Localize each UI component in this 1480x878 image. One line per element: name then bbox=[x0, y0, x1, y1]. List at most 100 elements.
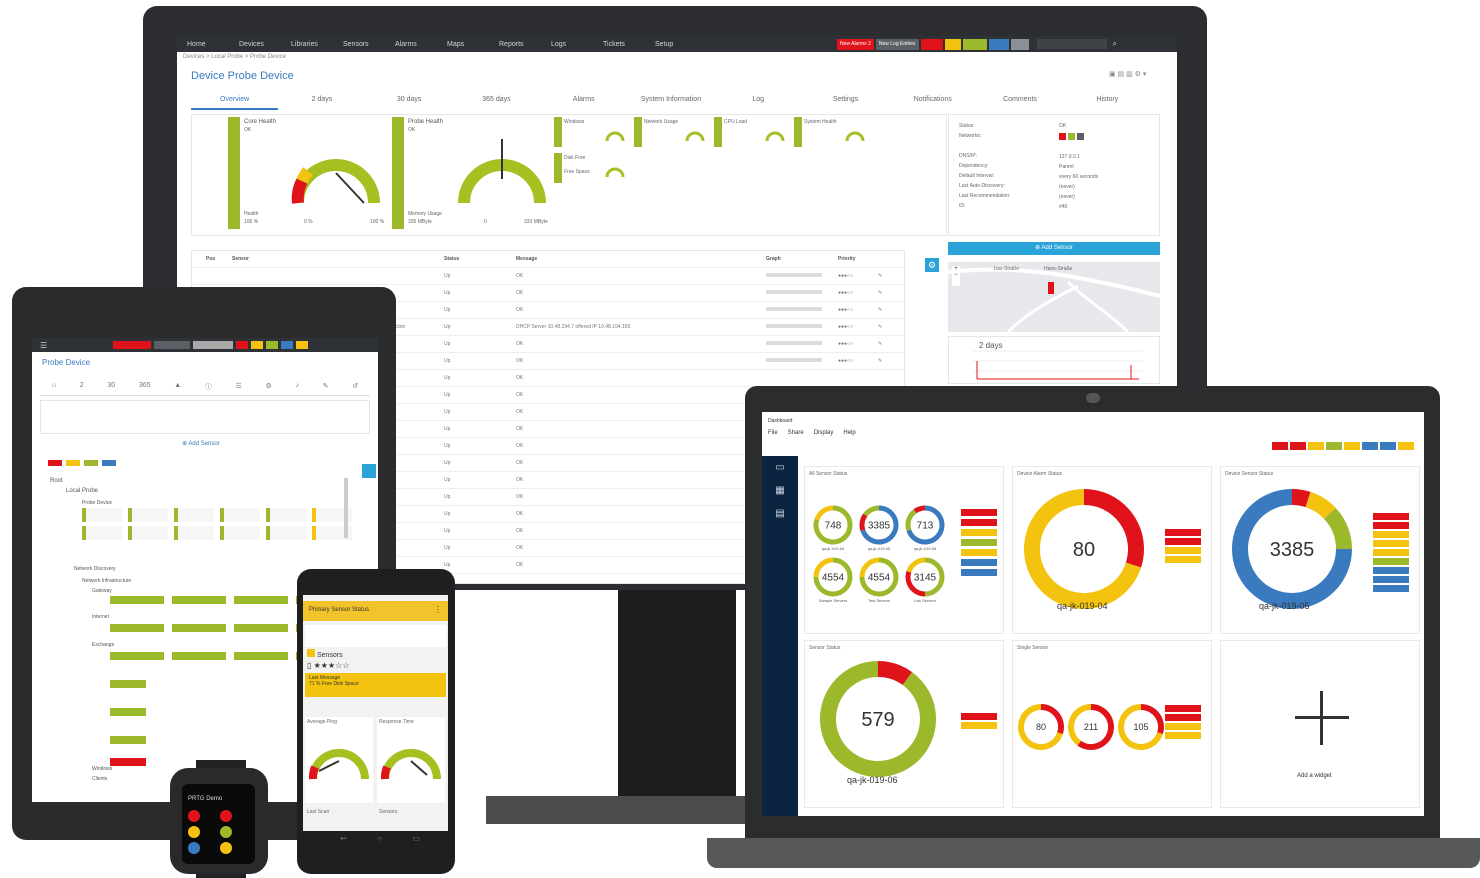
tab-log[interactable]: Log bbox=[715, 96, 802, 110]
nav-devices[interactable]: Devices bbox=[239, 41, 291, 48]
edit-icon[interactable]: ✎ bbox=[878, 273, 882, 279]
tablet-sensor-tile[interactable] bbox=[234, 624, 288, 632]
mini-sensor-cpu[interactable]: CPU Load bbox=[724, 119, 747, 125]
warning-badge[interactable] bbox=[944, 38, 961, 50]
legend-swatch[interactable] bbox=[961, 549, 997, 556]
edit-icon[interactable]: ✎ bbox=[878, 358, 882, 364]
legend-swatch[interactable] bbox=[961, 529, 997, 536]
legend-swatch[interactable] bbox=[1165, 538, 1201, 545]
legend-swatch[interactable] bbox=[1373, 558, 1409, 565]
tree-gateway[interactable]: Gateway bbox=[92, 588, 112, 594]
legend-swatch[interactable] bbox=[961, 722, 997, 729]
phone-priority-stars[interactable]: ▯ ★★★☆☆ bbox=[307, 661, 349, 670]
down-badge[interactable] bbox=[920, 38, 943, 50]
watch-status-dot[interactable] bbox=[220, 842, 232, 854]
tab-30-days[interactable]: 30 days bbox=[366, 96, 453, 110]
tablet-sensor-tile[interactable] bbox=[128, 526, 168, 540]
watch-status-dot[interactable] bbox=[220, 810, 232, 822]
row-priority[interactable]: ●●●○○ bbox=[838, 358, 878, 364]
legend-swatch[interactable] bbox=[1165, 732, 1201, 739]
nav-setup[interactable]: Setup bbox=[655, 41, 707, 48]
tablet-sensor-tile[interactable] bbox=[172, 596, 226, 604]
mini-sensor-windows[interactable]: Windows bbox=[564, 119, 584, 125]
widget-sensor-status[interactable]: Sensor Status 579 qa-jk-019-06 bbox=[804, 640, 1004, 808]
edit-icon[interactable]: ✎ bbox=[878, 341, 882, 347]
tablet-sensor-tile[interactable] bbox=[110, 680, 146, 688]
col-sensor[interactable]: Sensor bbox=[232, 256, 444, 262]
tablet-sensor-tile[interactable] bbox=[266, 526, 306, 540]
watch-status-dots[interactable] bbox=[188, 810, 252, 860]
tablet-sensor-tile[interactable] bbox=[234, 596, 288, 604]
legend-swatch[interactable] bbox=[1165, 529, 1201, 536]
widget-device-alarm-status[interactable]: Device Alarm Status 80 qa-jk-019-04 bbox=[1012, 466, 1212, 634]
watch-status-dot[interactable] bbox=[188, 810, 200, 822]
laptop-status-badges[interactable] bbox=[1272, 442, 1414, 450]
legend-swatch[interactable] bbox=[1373, 531, 1409, 538]
tablet-gear-button[interactable] bbox=[362, 464, 376, 478]
tablet-sensor-tile[interactable] bbox=[220, 526, 260, 540]
tablet-sensor-tile[interactable] bbox=[110, 758, 146, 766]
legend-swatch[interactable] bbox=[1165, 723, 1201, 730]
tablet-sensor-tile[interactable] bbox=[172, 652, 226, 660]
tablet-sensor-tile[interactable] bbox=[220, 508, 260, 522]
watch-status-dot[interactable] bbox=[188, 826, 200, 838]
tree-clients[interactable]: Clients bbox=[92, 776, 107, 782]
legend-swatch[interactable] bbox=[961, 539, 997, 546]
nav-alarms[interactable]: Alarms bbox=[395, 41, 447, 48]
add-sensor-button[interactable]: ⊕ Add Sensor bbox=[948, 242, 1160, 255]
widget-single-sensor[interactable]: Single Sensor 80 211 105 bbox=[1012, 640, 1212, 808]
legend-swatch[interactable] bbox=[1373, 513, 1409, 520]
legend-swatch[interactable] bbox=[961, 509, 997, 516]
legend-swatch[interactable] bbox=[1165, 556, 1201, 563]
tab-alarms[interactable]: Alarms bbox=[540, 96, 627, 110]
col-pos[interactable]: Pos bbox=[192, 256, 232, 262]
tab-comments[interactable]: Comments bbox=[976, 96, 1063, 110]
tablet-sensor-tile[interactable] bbox=[82, 526, 122, 540]
tablet-scrollbar[interactable] bbox=[344, 478, 348, 538]
table-icon[interactable]: ▦ bbox=[762, 485, 798, 496]
tree-network-discovery[interactable]: Network Discovery bbox=[74, 566, 116, 572]
search-icon[interactable]: ⌕ bbox=[1113, 39, 1117, 49]
legend-swatch[interactable] bbox=[961, 713, 997, 720]
legend-swatch[interactable] bbox=[1373, 522, 1409, 529]
new-alarms-badge[interactable]: New Alarms 2 bbox=[837, 38, 874, 50]
tablet-sensor-tile[interactable] bbox=[174, 526, 214, 540]
col-status[interactable]: Status bbox=[444, 256, 516, 262]
menu-file[interactable]: File bbox=[768, 430, 778, 436]
tree-local-probe[interactable]: Local Probe bbox=[66, 488, 98, 494]
back-icon[interactable]: ↩ bbox=[340, 834, 347, 844]
legend-swatch[interactable] bbox=[1165, 547, 1201, 554]
unknown-badge[interactable] bbox=[1010, 38, 1029, 50]
legend-swatch[interactable] bbox=[1165, 705, 1201, 712]
legend-swatch[interactable] bbox=[1373, 576, 1409, 583]
menu-display[interactable]: Display bbox=[814, 430, 834, 436]
row-priority[interactable]: ●●●○○ bbox=[838, 307, 878, 313]
tab-system-information[interactable]: System Information bbox=[627, 96, 714, 110]
recent-icon[interactable]: ▭ bbox=[412, 834, 420, 844]
tablet-sensor-tile[interactable] bbox=[266, 508, 306, 522]
legend-swatch[interactable] bbox=[1373, 540, 1409, 547]
tablet-sensor-tile[interactable] bbox=[110, 736, 146, 744]
edit-icon[interactable]: ✎ bbox=[878, 324, 882, 330]
breadcrumb[interactable]: Devices > Local Probe > Probe Device bbox=[183, 54, 286, 60]
tablet-sensor-tile[interactable] bbox=[110, 624, 164, 632]
nav-home[interactable]: Home bbox=[187, 41, 239, 48]
tablet-add-sensor[interactable]: ⊕ Add Sensor bbox=[182, 440, 220, 447]
tablet-sensor-tile[interactable] bbox=[172, 624, 226, 632]
tree-windows[interactable]: Windows bbox=[92, 766, 112, 772]
col-message[interactable]: Message bbox=[516, 256, 766, 262]
legend-swatch[interactable] bbox=[1373, 585, 1409, 592]
tablet-filter-bar[interactable] bbox=[48, 460, 348, 470]
edit-icon[interactable]: ✎ bbox=[878, 307, 882, 313]
legend-swatch[interactable] bbox=[961, 519, 997, 526]
menu-help[interactable]: Help bbox=[843, 430, 855, 436]
mini-sensor-disk[interactable]: Disk Free bbox=[564, 155, 585, 161]
tablet-sensor-tile[interactable] bbox=[110, 708, 146, 716]
tab-overview[interactable]: Overview bbox=[191, 96, 279, 110]
legend-swatch[interactable] bbox=[1165, 714, 1201, 721]
toolbar-icons[interactable]: ▣ ▤ ▥ ⚙ ▾ bbox=[1109, 70, 1146, 78]
new-logs-badge[interactable]: New Log Entries bbox=[875, 38, 919, 50]
col-priority[interactable]: Priority bbox=[838, 256, 878, 262]
tab-365-days[interactable]: 365 days bbox=[453, 96, 540, 110]
tablet-sensor-tile[interactable] bbox=[234, 652, 288, 660]
